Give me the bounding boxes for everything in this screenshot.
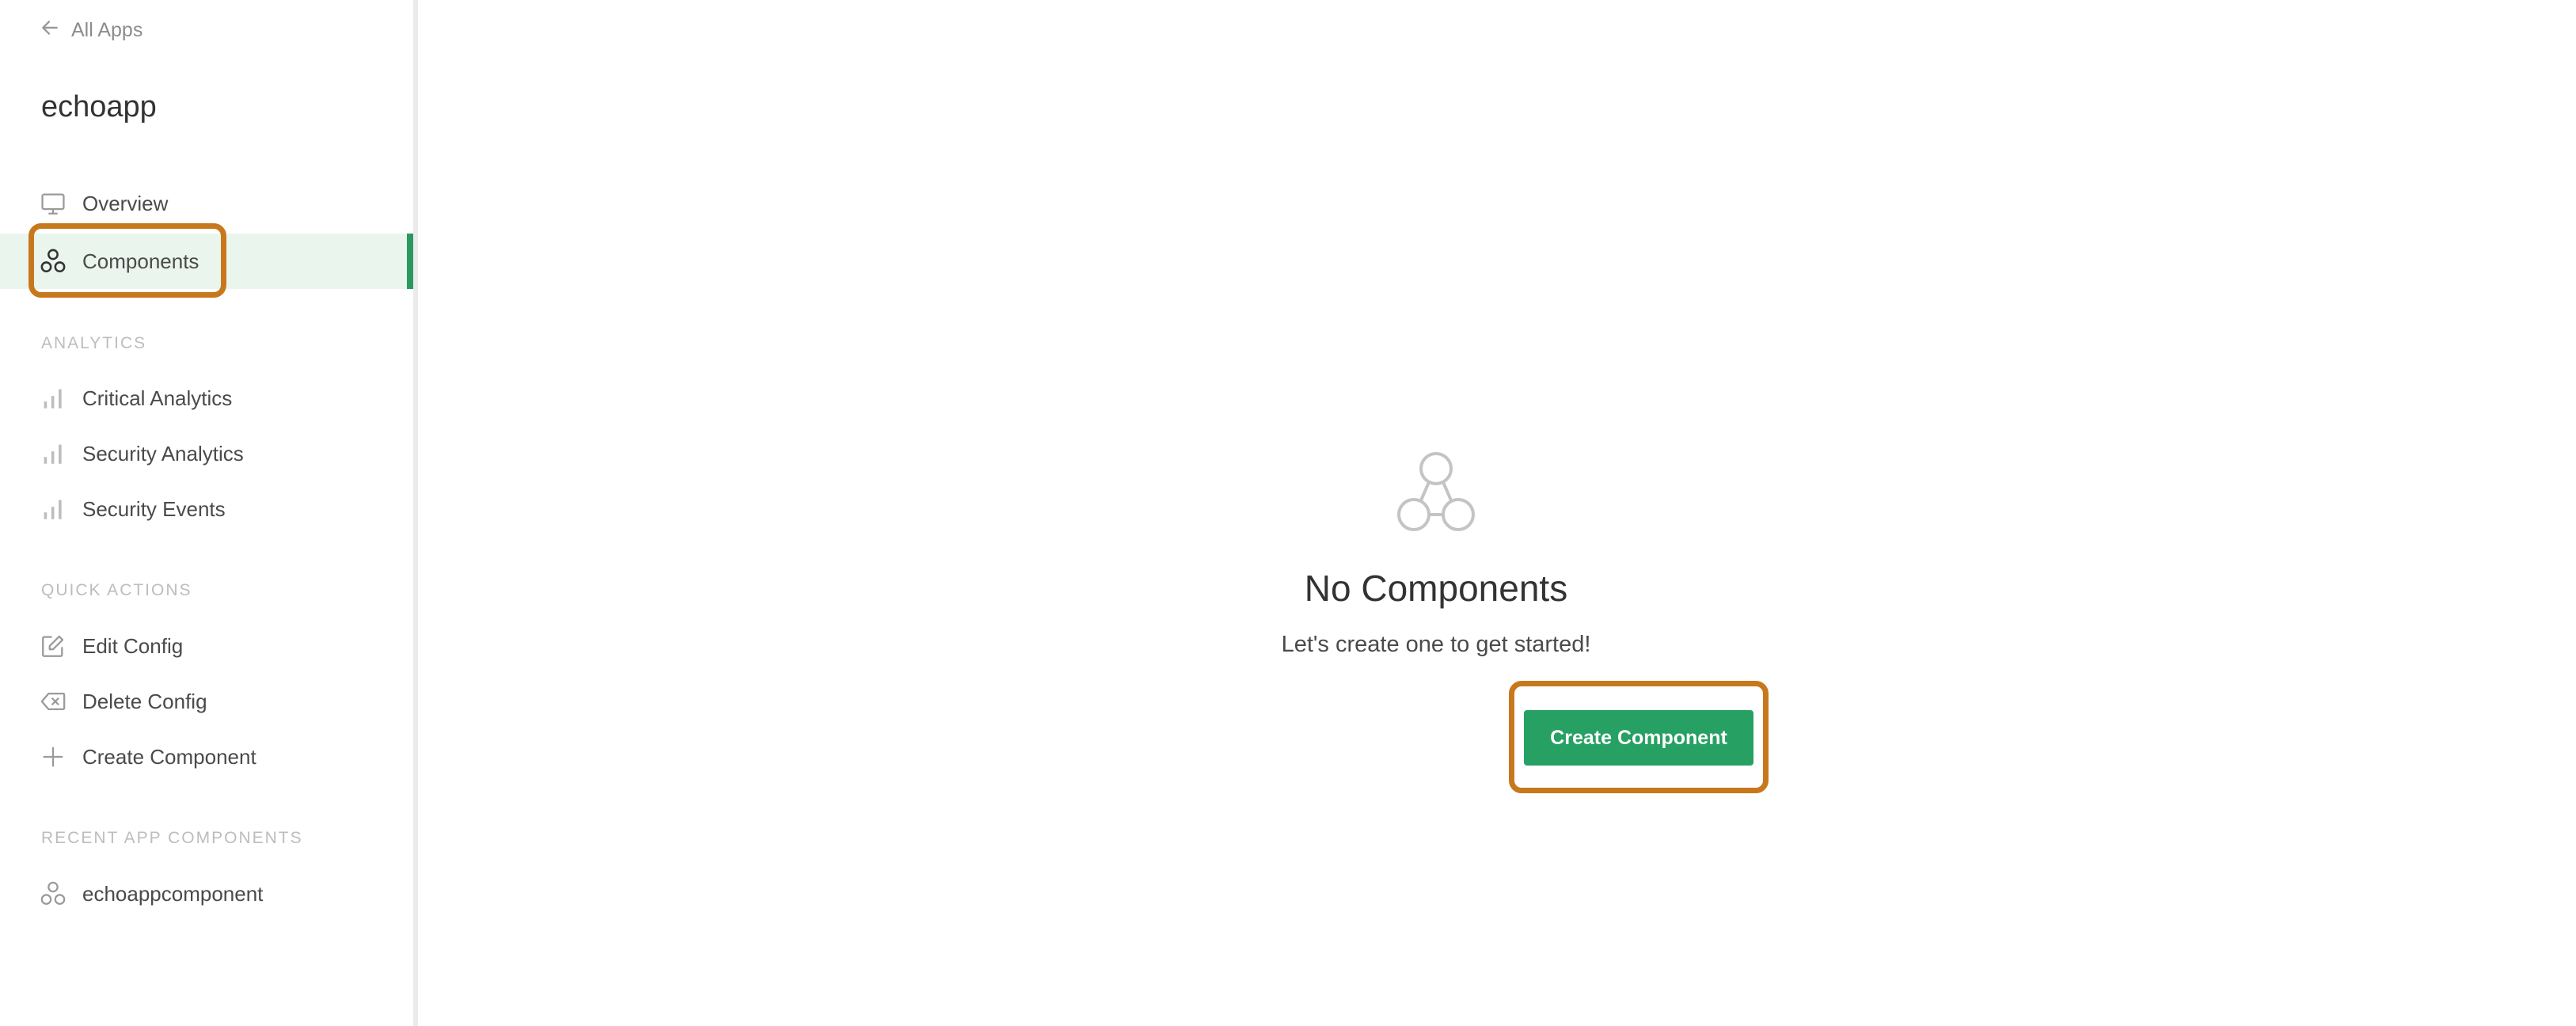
- bar-chart-icon: [40, 385, 66, 412]
- app-root: All Apps echoapp Overview Components ANA…: [0, 0, 2576, 1026]
- delete-icon: [40, 688, 66, 715]
- sidebar-item-security-analytics[interactable]: Security Analytics: [0, 426, 413, 481]
- sidebar-item-label: Security Events: [82, 496, 226, 521]
- sidebar-item-components[interactable]: Components: [0, 234, 413, 289]
- components-icon: [1392, 451, 1480, 538]
- main-content: No Components Let's create one to get st…: [423, 0, 2576, 1026]
- sidebar-item-overview[interactable]: Overview: [0, 176, 413, 231]
- bar-chart-icon: [40, 440, 66, 467]
- sidebar-item-label: Components: [82, 249, 199, 273]
- sidebar-item-delete-config[interactable]: Delete Config: [0, 674, 413, 729]
- empty-state: No Components Let's create one to get st…: [1080, 451, 1792, 658]
- back-to-all-apps-link[interactable]: All Apps: [40, 17, 142, 44]
- sidebar-item-create-component[interactable]: Create Component: [0, 729, 413, 785]
- bar-chart-icon: [40, 496, 66, 522]
- sidebar-item-critical-analytics[interactable]: Critical Analytics: [0, 370, 413, 426]
- sidebar-item-label: Overview: [82, 191, 169, 215]
- section-title-analytics: ANALYTICS: [41, 334, 147, 352]
- app-title: echoapp: [41, 90, 157, 124]
- sidebar-item-label: Security Analytics: [82, 441, 244, 466]
- plus-icon: [40, 743, 66, 770]
- components-icon: [40, 248, 66, 275]
- sidebar-item-recent-component[interactable]: echoappcomponent: [0, 866, 413, 922]
- sidebar-item-label: Delete Config: [82, 689, 207, 713]
- empty-state-title: No Components: [1304, 568, 1568, 609]
- sidebar-item-label: Create Component: [82, 744, 256, 769]
- sidebar-item-label: echoappcomponent: [82, 881, 264, 906]
- back-link-label: All Apps: [71, 19, 143, 41]
- sidebar-item-edit-config[interactable]: Edit Config: [0, 618, 413, 674]
- sidebar-item-label: Edit Config: [82, 633, 184, 658]
- section-title-quick-actions: QUICK ACTIONS: [41, 581, 192, 599]
- edit-icon: [40, 633, 66, 659]
- section-title-recent-components: RECENT APP COMPONENTS: [41, 829, 303, 847]
- sidebar-item-security-events[interactable]: Security Events: [0, 481, 413, 537]
- sidebar: All Apps echoapp Overview Components ANA…: [0, 0, 418, 1026]
- arrow-left-icon: [40, 17, 60, 44]
- monitor-icon: [40, 190, 66, 217]
- create-component-button[interactable]: Create Component: [1524, 710, 1753, 766]
- components-icon: [40, 880, 66, 907]
- empty-state-subtitle: Let's create one to get started!: [1281, 632, 1591, 657]
- sidebar-item-label: Critical Analytics: [82, 386, 233, 410]
